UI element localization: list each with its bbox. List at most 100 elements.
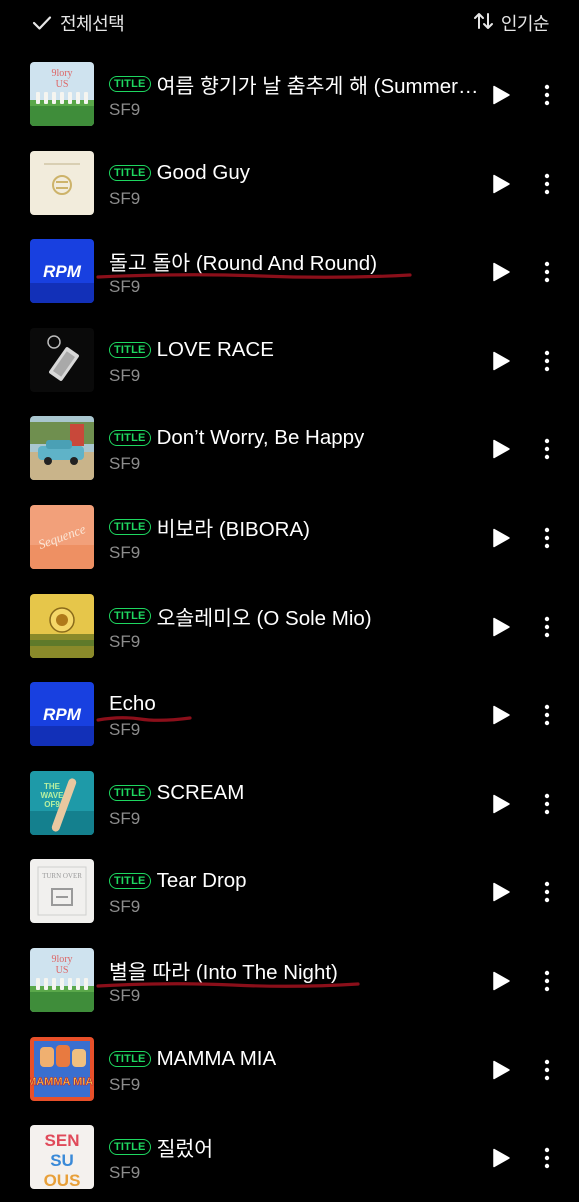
song-title-line: TITLE SCREAM xyxy=(109,779,481,807)
album-art: Sequence xyxy=(30,504,94,569)
play-icon[interactable] xyxy=(490,704,512,726)
song-title-line: TITLE 여름 향기가 날 춤추게 해 (Summer Breeze) xyxy=(109,70,481,98)
play-icon[interactable] xyxy=(490,261,512,283)
album-art: SEN SU OUS xyxy=(30,1125,94,1190)
artist-name: SF9 xyxy=(109,985,141,1005)
play-icon[interactable] xyxy=(490,970,512,992)
artist-name: SF9 xyxy=(109,277,141,297)
play-icon[interactable] xyxy=(490,173,512,195)
song-row[interactable]: TITLE LOVE RACE SF9 xyxy=(0,316,579,405)
song-title: Good Guy xyxy=(156,160,251,184)
album-art xyxy=(30,327,94,392)
song-row[interactable]: RPM 돌고 돌아 (Round And Round) SF9 xyxy=(0,227,579,316)
song-title-line: TITLE LOVE RACE xyxy=(109,336,481,364)
more-vertical-icon[interactable] xyxy=(538,172,556,196)
artist-name: SF9 xyxy=(109,720,141,740)
more-vertical-icon[interactable] xyxy=(538,437,556,461)
album-art: TURN OVER xyxy=(30,859,94,924)
title-badge: TITLE xyxy=(109,430,151,447)
title-badge: TITLE xyxy=(109,1139,151,1156)
more-vertical-icon[interactable] xyxy=(538,260,556,284)
artist-name: SF9 xyxy=(109,188,141,208)
title-badge: TITLE xyxy=(109,873,151,890)
song-row[interactable]: RPM Echo SF9 xyxy=(0,670,579,759)
svg-text:TURN OVER: TURN OVER xyxy=(42,872,82,880)
checkmark-icon xyxy=(32,15,52,31)
song-title: 돌고 돌아 (Round And Round) xyxy=(109,252,378,276)
svg-text:9lory: 9lory xyxy=(51,68,72,79)
title-badge: TITLE xyxy=(109,164,151,181)
sort-label: 인기순 xyxy=(500,14,550,35)
song-title: 비보라 (BIBORA) xyxy=(156,517,310,541)
title-badge: TITLE xyxy=(109,784,151,801)
song-title: MAMMA MIA xyxy=(156,1046,277,1070)
play-icon[interactable] xyxy=(490,881,512,903)
svg-text:US: US xyxy=(56,965,69,976)
more-vertical-icon[interactable] xyxy=(538,615,556,639)
svg-text:US: US xyxy=(56,79,69,90)
play-icon[interactable] xyxy=(490,1059,512,1081)
title-badge: TITLE xyxy=(109,76,151,92)
more-vertical-icon[interactable] xyxy=(538,1058,556,1082)
album-art: RPM xyxy=(30,239,94,304)
album-art xyxy=(30,416,94,481)
song-row[interactable]: 9loryUS TITLE 여름 향기가 날 춤추게 해 (Summer Breez… xyxy=(0,50,579,139)
play-icon[interactable] xyxy=(490,793,512,815)
more-vertical-icon[interactable] xyxy=(538,83,556,107)
more-vertical-icon[interactable] xyxy=(538,880,556,904)
svg-text:OF9: OF9 xyxy=(44,800,60,809)
play-icon[interactable] xyxy=(490,84,512,106)
artist-name: SF9 xyxy=(109,542,141,562)
album-art: THE WAVE OF9 xyxy=(30,770,94,835)
album-art xyxy=(30,150,94,215)
play-icon[interactable] xyxy=(490,616,512,638)
song-title-line: TITLE Don’t Worry, Be Happy xyxy=(109,424,481,452)
song-title: 여름 향기가 날 춤추게 해 (Summer Breeze) xyxy=(156,75,481,98)
album-art: 9lory US xyxy=(30,947,94,1012)
play-icon[interactable] xyxy=(490,350,512,372)
title-badge: TITLE xyxy=(109,1050,151,1067)
select-all-button[interactable]: 전체선택 xyxy=(32,10,125,36)
more-vertical-icon[interactable] xyxy=(538,703,556,727)
play-icon[interactable] xyxy=(490,1147,512,1169)
play-icon[interactable] xyxy=(490,527,512,549)
song-row[interactable]: 9lory US 별을 따라 (Into The Night) SF9 xyxy=(0,936,579,1025)
song-title-line: Echo xyxy=(109,690,481,718)
song-row[interactable]: TITLE Don’t Worry, Be Happy SF9 xyxy=(0,404,579,493)
artist-name: SF9 xyxy=(109,1163,141,1183)
sort-button[interactable]: 인기순 xyxy=(473,10,550,36)
song-list: 9loryUSTITLE여름 향기가 날 춤추게 해 (Summer Breez… xyxy=(0,50,579,1202)
song-title: SCREAM xyxy=(156,780,245,804)
song-title-line: TITLE 오솔레미오 (O Sole Mio) xyxy=(109,602,481,630)
artist-name: SF9 xyxy=(109,454,141,474)
more-vertical-icon[interactable] xyxy=(538,526,556,550)
list-header: 전체선택 인기순 xyxy=(0,0,579,44)
more-vertical-icon[interactable] xyxy=(538,969,556,993)
song-title-line: TITLE 비보라 (BIBORA) xyxy=(109,513,481,541)
song-row[interactable]: THE WAVE OF9 TITLE SCREAM SF9 xyxy=(0,759,579,848)
song-title-line: TITLE 질렀어 xyxy=(109,1133,481,1161)
song-row[interactable]: TURN OVER TITLE Tear Drop SF9 xyxy=(0,847,579,936)
song-title: LOVE RACE xyxy=(156,337,274,361)
play-icon[interactable] xyxy=(490,438,512,460)
title-badge: TITLE xyxy=(109,341,151,358)
song-row[interactable]: SEN SU OUS TITLE 질렀어 SF9 xyxy=(0,1113,579,1202)
song-row[interactable]: MAMMA MIA! TITLE MAMMA MIA SF9 xyxy=(0,1025,579,1114)
more-vertical-icon[interactable] xyxy=(538,792,556,816)
song-title: Don’t Worry, Be Happy xyxy=(156,426,365,450)
artist-name: SF9 xyxy=(109,1074,141,1094)
song-title-line: 돌고 돌아 (Round And Round) xyxy=(109,247,481,275)
svg-text:RPM: RPM xyxy=(43,705,82,724)
song-title: 별을 따라 (Into The Night) xyxy=(109,960,338,984)
song-row[interactable]: TITLE 오솔레미오 (O Sole Mio) SF9 xyxy=(0,582,579,671)
song-row[interactable]: Sequence TITLE 비보라 (BIBORA) SF9 xyxy=(0,493,579,582)
more-vertical-icon[interactable] xyxy=(538,349,556,373)
song-title: Tear Drop xyxy=(156,869,247,893)
album-art: RPM xyxy=(30,682,94,747)
svg-text:RPM: RPM xyxy=(43,262,82,281)
artist-name: SF9 xyxy=(109,100,141,119)
song-row[interactable]: TITLE Good Guy SF9 xyxy=(0,139,579,228)
album-art: MAMMA MIA! xyxy=(30,1036,94,1101)
artist-name: SF9 xyxy=(109,897,141,917)
more-vertical-icon[interactable] xyxy=(538,1146,556,1170)
